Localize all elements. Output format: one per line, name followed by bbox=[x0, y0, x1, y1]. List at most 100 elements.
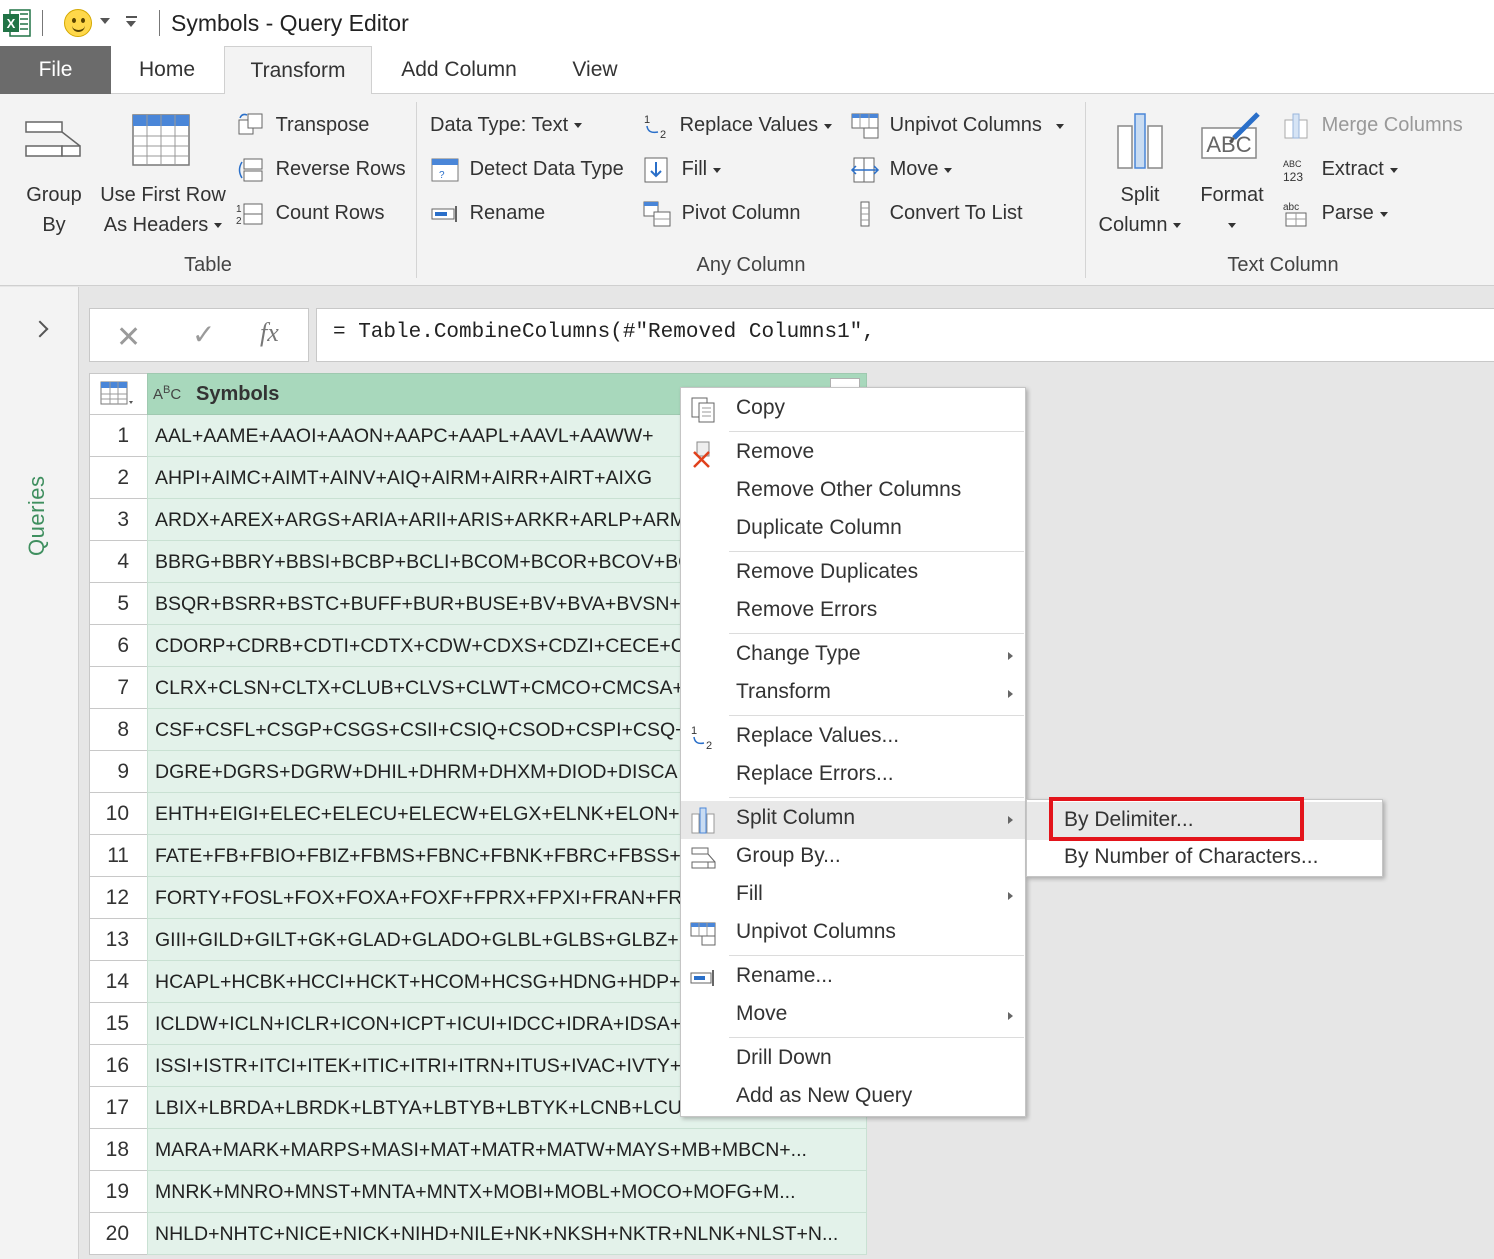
customize-quick-access-icon[interactable] bbox=[126, 21, 136, 27]
menu-item-change-type[interactable]: Change Type bbox=[681, 637, 1025, 675]
formula-text[interactable]: = Table.CombineColumns(#"Removed Columns… bbox=[333, 321, 875, 344]
ribbon-tab-bar: File Home Transform Add Column View bbox=[0, 46, 1494, 95]
send-feedback-smiley-icon[interactable] bbox=[64, 9, 92, 37]
svg-text:?: ? bbox=[439, 170, 445, 181]
row-number[interactable]: 9 bbox=[89, 751, 148, 793]
count-rows-icon: 1 2 bbox=[236, 203, 263, 227]
format-text-icon: ABC bbox=[1201, 112, 1260, 159]
svg-text:1: 1 bbox=[644, 114, 650, 126]
row-number[interactable]: 18 bbox=[89, 1129, 148, 1171]
menu-item-duplicate-column[interactable]: Duplicate Column bbox=[681, 511, 1025, 549]
submenu-item-by-number-of-characters[interactable]: By Number of Characters... bbox=[1027, 839, 1382, 877]
row-number[interactable]: 20 bbox=[89, 1213, 148, 1255]
tab-file[interactable]: File bbox=[0, 46, 111, 94]
menu-item-move[interactable]: Move bbox=[681, 997, 1025, 1035]
menu-item-rename[interactable]: Rename... bbox=[681, 959, 1025, 997]
row-number[interactable]: 2 bbox=[89, 457, 148, 499]
menu-item-split-column-label: Split Column bbox=[736, 806, 856, 829]
group-by-label-line2: By bbox=[42, 214, 66, 236]
fill-down-icon bbox=[644, 157, 668, 183]
menu-item-group-by-label: Group By... bbox=[736, 844, 841, 867]
table-row[interactable]: 18 MARA+MARK+MARPS+MASI+MAT+MATR+MATW+MAY… bbox=[89, 1129, 867, 1171]
queries-pane-label[interactable]: Queries bbox=[24, 475, 50, 556]
table-cell[interactable]: NHLD+NHTC+NICE+NICK+NIHD+NILE+NK+NKSH+NK… bbox=[147, 1213, 867, 1255]
merge-columns-button[interactable]: Merge Columns bbox=[1282, 112, 1463, 140]
ribbon-body: Group By Use First Row As Headers Transp… bbox=[0, 94, 1494, 286]
cancel-formula-icon[interactable]: ✕ bbox=[116, 320, 141, 355]
column-type-text-icon[interactable]: ABC bbox=[153, 384, 181, 403]
detect-data-type-button[interactable]: ? Detect Data Type bbox=[430, 156, 624, 184]
row-number[interactable]: 13 bbox=[89, 919, 148, 961]
reverse-rows-button[interactable]: Reverse Rows bbox=[236, 156, 406, 184]
menu-item-remove[interactable]: Remove bbox=[681, 435, 1025, 473]
row-number[interactable]: 17 bbox=[89, 1087, 148, 1129]
submenu-arrow-icon bbox=[1008, 652, 1013, 660]
menu-item-replace-errors[interactable]: Replace Errors... bbox=[681, 757, 1025, 795]
menu-item-replace-values[interactable]: 1 2 Replace Values... bbox=[681, 719, 1025, 757]
row-number[interactable]: 1 bbox=[89, 415, 148, 457]
menu-item-fill[interactable]: Fill bbox=[681, 877, 1025, 915]
fx-icon[interactable]: fx bbox=[260, 318, 279, 348]
menu-item-transform[interactable]: Transform bbox=[681, 675, 1025, 713]
row-number[interactable]: 7 bbox=[89, 667, 148, 709]
rename-icon bbox=[431, 206, 457, 222]
row-number[interactable]: 6 bbox=[89, 625, 148, 667]
table-cell[interactable]: MNRK+MNRO+MNST+MNTA+MNTX+MOBI+MOBL+MOCO+… bbox=[147, 1171, 867, 1213]
extract-button[interactable]: ABC 123 Extract bbox=[1282, 156, 1398, 184]
row-number[interactable]: 15 bbox=[89, 1003, 148, 1045]
window-title: Symbols - Query Editor bbox=[171, 10, 409, 36]
row-number[interactable]: 12 bbox=[89, 877, 148, 919]
group-by-label-line1: Group bbox=[26, 184, 82, 206]
tab-home[interactable]: Home bbox=[122, 46, 212, 94]
unpivot-columns-button[interactable]: Unpivot Columns bbox=[850, 112, 1064, 140]
expand-queries-chevron-icon[interactable] bbox=[31, 320, 49, 338]
data-type-dropdown[interactable]: Data Type: Text bbox=[430, 114, 583, 137]
parse-button[interactable]: abc Parse bbox=[1282, 200, 1388, 228]
merge-columns-label: Merge Columns bbox=[1321, 114, 1463, 137]
tab-view[interactable]: View bbox=[556, 46, 634, 94]
replace-values-label: Replace Values bbox=[679, 114, 819, 137]
count-rows-button[interactable]: 1 2 Count Rows bbox=[236, 200, 385, 228]
svg-text:2: 2 bbox=[660, 129, 666, 140]
table-cell[interactable]: MARA+MARK+MARPS+MASI+MAT+MATR+MATW+MAYS+… bbox=[147, 1129, 867, 1171]
menu-item-unpivot-columns[interactable]: Unpivot Columns bbox=[681, 915, 1025, 953]
transpose-button[interactable]: Transpose bbox=[236, 112, 369, 140]
replace-values-icon: 1 2 bbox=[644, 114, 666, 141]
row-number[interactable]: 10 bbox=[89, 793, 148, 835]
row-number[interactable]: 4 bbox=[89, 541, 148, 583]
table-menu-corner[interactable] bbox=[89, 373, 148, 415]
row-number[interactable]: 8 bbox=[89, 709, 148, 751]
menu-item-remove-other-columns[interactable]: Remove Other Columns bbox=[681, 473, 1025, 511]
pivot-column-button[interactable]: Pivot Column bbox=[642, 200, 801, 228]
parse-label: Parse bbox=[1321, 202, 1374, 225]
submenu-arrow-icon bbox=[1008, 892, 1013, 900]
menu-item-drill-down[interactable]: Drill Down bbox=[681, 1041, 1025, 1079]
menu-item-group-by[interactable]: Group By... bbox=[681, 839, 1025, 877]
menu-item-split-column[interactable]: Split Column bbox=[681, 801, 1025, 839]
fill-button[interactable]: Fill bbox=[642, 156, 722, 184]
tab-add-column[interactable]: Add Column bbox=[385, 46, 533, 94]
rename-button[interactable]: Rename bbox=[430, 200, 545, 228]
row-number[interactable]: 11 bbox=[89, 835, 148, 877]
table-row[interactable]: 19 MNRK+MNRO+MNST+MNTA+MNTX+MOBI+MOBL+MOC… bbox=[89, 1171, 867, 1213]
row-number[interactable]: 3 bbox=[89, 499, 148, 541]
fill-label: Fill bbox=[681, 158, 708, 181]
convert-to-list-button[interactable]: Convert To List bbox=[850, 200, 1023, 228]
pivot-column-icon bbox=[643, 201, 671, 227]
confirm-formula-icon[interactable]: ✓ bbox=[192, 318, 215, 351]
smiley-dropdown-icon[interactable] bbox=[100, 18, 110, 24]
menu-separator bbox=[729, 797, 1024, 798]
row-number[interactable]: 16 bbox=[89, 1045, 148, 1087]
replace-values-button[interactable]: 1 2 Replace Values bbox=[642, 112, 833, 141]
table-row[interactable]: 20 NHLD+NHTC+NICE+NICK+NIHD+NILE+NK+NKSH+… bbox=[89, 1213, 867, 1255]
row-number[interactable]: 14 bbox=[89, 961, 148, 1003]
group-by-icon bbox=[25, 121, 81, 157]
tab-transform[interactable]: Transform bbox=[224, 46, 372, 95]
menu-item-remove-duplicates[interactable]: Remove Duplicates bbox=[681, 555, 1025, 593]
row-number[interactable]: 19 bbox=[89, 1171, 148, 1213]
menu-item-remove-errors[interactable]: Remove Errors bbox=[681, 593, 1025, 631]
menu-item-copy[interactable]: Copy bbox=[681, 391, 1025, 429]
row-number[interactable]: 5 bbox=[89, 583, 148, 625]
menu-item-add-as-new-query[interactable]: Add as New Query bbox=[681, 1079, 1025, 1117]
move-button[interactable]: Move bbox=[850, 156, 953, 184]
